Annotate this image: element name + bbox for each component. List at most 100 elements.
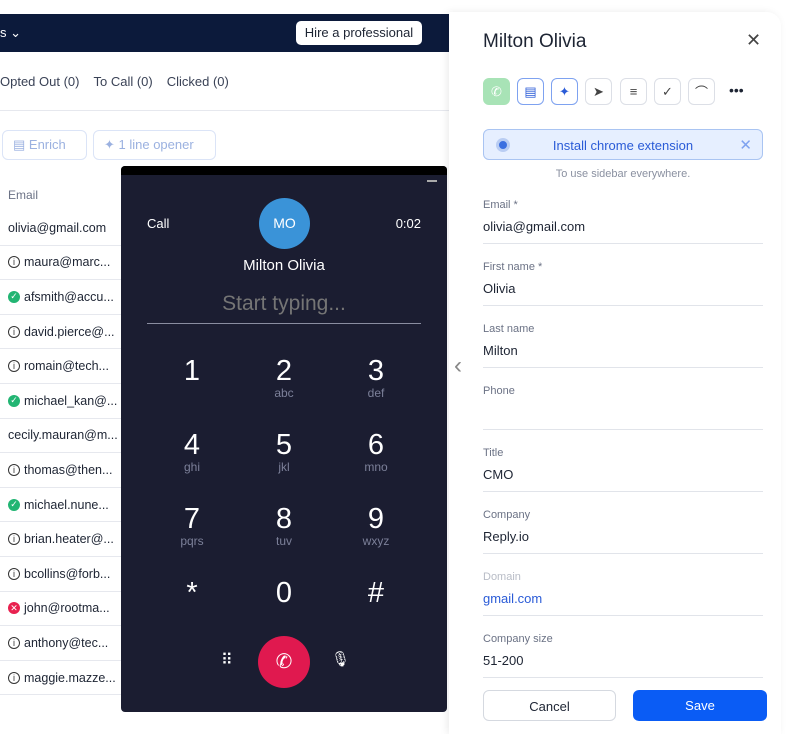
info-icon: i (8, 325, 20, 338)
more-icon[interactable]: ••• (729, 82, 744, 98)
hire-professional-button[interactable]: Hire a professional (296, 21, 422, 45)
table-row[interactable]: i thomas@then... (0, 453, 122, 488)
field-firstname[interactable]: First name * Olivia (483, 261, 763, 306)
field-title[interactable]: Title CMO (483, 447, 763, 492)
email-cell: david.pierce@... (24, 324, 115, 339)
email-cell: bcollins@forb... (24, 566, 111, 581)
info-icon: i (8, 636, 20, 649)
field-phone[interactable]: Phone (483, 385, 763, 430)
keypad-icon[interactable]: ⠿ (221, 650, 233, 670)
table-row[interactable]: olivia@gmail.com (0, 211, 122, 246)
check-icon: ✓ (8, 394, 20, 407)
table-row[interactable]: i maura@marc... (0, 246, 122, 281)
info-icon: i (8, 463, 20, 476)
sequence-button[interactable]: ⌒ (688, 78, 715, 105)
table-row[interactable]: ✓ afsmith@accu... (0, 280, 122, 315)
microphone-icon[interactable]: 🎙 (331, 650, 350, 668)
error-icon: ✕ (8, 602, 20, 615)
email-cell: thomas@then... (24, 462, 113, 477)
dial-key[interactable]: 9 wxyz (331, 504, 421, 548)
sparkle-icon: ✦ (104, 137, 119, 152)
enrich-icon: ▤ (13, 137, 29, 152)
close-icon[interactable]: ✕ (739, 136, 752, 154)
save-button[interactable]: Save (633, 690, 767, 721)
ai-button[interactable]: ✦ (551, 78, 578, 105)
enrich-button[interactable]: ▤ (517, 78, 544, 105)
chrome-extension-banner[interactable]: Install chrome extension ✕ (483, 129, 763, 160)
banner-subtext: To use sidebar everywhere. (555, 168, 691, 180)
table-row[interactable]: ✓ michael_kan@... (0, 384, 122, 419)
info-icon: i (8, 567, 20, 580)
phone-icon: ✆ (275, 651, 293, 673)
email-cell: cecily.mauran@m... (8, 428, 118, 443)
sparkle-icon: ✦ (559, 83, 570, 99)
field-companysize[interactable]: Company size 51-200 (483, 633, 763, 678)
tab-to-call[interactable]: To Call (0) (93, 74, 152, 89)
dial-key[interactable]: 4 ghi (147, 430, 237, 474)
email-cell: romain@tech... (24, 359, 109, 374)
info-icon: i (8, 256, 20, 269)
avatar: MO (259, 198, 310, 249)
field-company[interactable]: Company Reply.io (483, 509, 763, 554)
dial-key[interactable]: 7 pqrs (147, 504, 237, 548)
panel-title: Milton Olivia (483, 31, 587, 52)
email-cell: maura@marc... (24, 255, 111, 270)
email-cell: brian.heater@... (24, 532, 114, 547)
table-row[interactable]: i bcollins@forb... (0, 557, 122, 592)
table-row[interactable]: ✓ michael.nune... (0, 488, 122, 523)
dialer-window: Call MO 0:02 Milton Olivia 12abc3def 4ghi… (121, 166, 447, 712)
call-button[interactable]: ✆ (483, 78, 510, 105)
email-cell: afsmith@accu... (24, 289, 114, 304)
task-button[interactable]: ✓ (654, 78, 681, 105)
dial-key[interactable]: 6 mno (331, 430, 421, 474)
cancel-button[interactable]: Cancel (483, 690, 616, 721)
dial-key[interactable]: * (147, 578, 237, 608)
dial-key[interactable]: # (331, 578, 421, 608)
dial-key[interactable]: 1 (147, 356, 237, 386)
dial-key[interactable]: 3 def (331, 356, 421, 400)
field-email[interactable]: Email * olivia@gmail.com (483, 199, 763, 244)
dial-key[interactable]: 5 jkl (239, 430, 329, 474)
contact-name: Milton Olivia (243, 257, 325, 274)
line-opener-button[interactable]: ✦ 1 line opener (93, 130, 216, 160)
email-cell: michael_kan@... (24, 393, 118, 408)
info-icon: i (8, 533, 20, 546)
table-row[interactable]: ✕ john@rootma... (0, 592, 122, 627)
dial-key[interactable]: 8 tuv (239, 504, 329, 548)
info-icon: i (8, 360, 20, 373)
divider (0, 110, 449, 111)
email-cell: anthony@tec... (24, 635, 109, 650)
table-row[interactable]: i brian.heater@... (0, 522, 122, 557)
check-icon: ✓ (8, 290, 20, 303)
field-lastname[interactable]: Last name Milton (483, 323, 763, 368)
field-domain[interactable]: Domain gmail.com (483, 571, 763, 616)
enrich-button[interactable]: ▤ Enrich (2, 130, 87, 160)
table-row[interactable]: i anthony@tec... (0, 626, 122, 661)
call-label: Call (147, 216, 170, 231)
table-row[interactable]: i romain@tech... (0, 349, 122, 384)
email-cell: michael.nune... (24, 497, 109, 512)
send-button[interactable]: ➤ (585, 78, 612, 105)
chevron-left-icon[interactable]: ‹ (454, 352, 462, 380)
table-row[interactable]: i david.pierce@... (0, 315, 122, 350)
banner-text: Install chrome extension (552, 138, 694, 153)
sequence-icon: ⌒ (694, 85, 708, 100)
tab-opted-out[interactable]: Opted Out (0) (0, 74, 79, 89)
email-cell: olivia@gmail.com (8, 220, 107, 235)
check-icon: ✓ (8, 498, 20, 511)
dial-input[interactable] (147, 284, 421, 324)
dial-key[interactable]: 0 (239, 578, 329, 608)
notes-icon: ≡ (629, 84, 638, 99)
email-cell: john@rootma... (24, 601, 110, 616)
nav-menu[interactable]: s ⌄ (0, 25, 21, 41)
minimize-icon[interactable] (427, 180, 437, 182)
table-row[interactable]: cecily.mauran@m... (0, 419, 122, 454)
notes-button[interactable]: ≡ (620, 78, 647, 105)
table-row[interactable]: i maggie.mazze... (0, 661, 122, 696)
tab-clicked[interactable]: Clicked (0) (167, 74, 229, 89)
dial-key[interactable]: 2 abc (239, 356, 329, 400)
contact-panel (449, 12, 781, 734)
close-icon[interactable]: ✕ (746, 30, 761, 51)
dialer-titlebar[interactable] (121, 166, 447, 175)
hangup-button[interactable]: ✆ (258, 636, 310, 688)
